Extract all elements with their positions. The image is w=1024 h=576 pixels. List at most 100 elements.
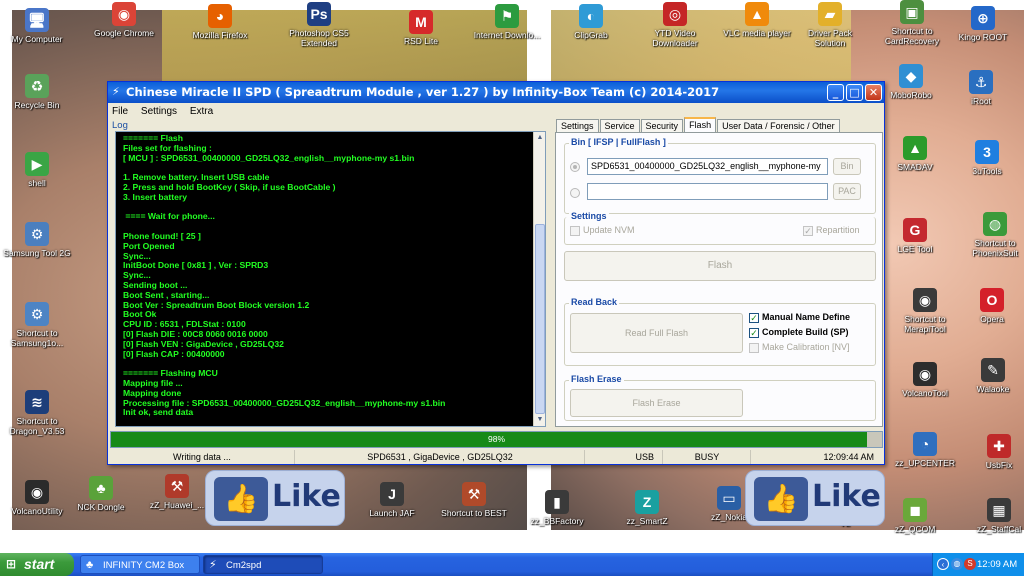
desktop-icon[interactable]: ◍ Shortcut to PhoenixSuit [958,212,1024,258]
shortcut-icon: ⚒ [462,482,486,506]
desktop-icon[interactable]: ▶ shell [0,152,74,188]
start-label: start [24,556,55,572]
tray-antivirus-icon[interactable]: S [964,558,976,570]
desktop-icon[interactable]: Zzz_SmartZ [610,490,684,526]
tray-arrow-icon[interactable]: ‹ [937,558,949,570]
taskbar-item-label: Cm2spd [226,560,262,571]
desktop-icon[interactable]: Ps Photoshop CS5 Extended [282,2,356,48]
tab-flash[interactable]: Flash [684,117,717,133]
desktop-icon[interactable]: ⚙ Samsung Tool 2G [0,222,74,258]
infinity-app-icon: ♣ [86,559,94,571]
log-line: [ MCU ] : SPD6531_00400000_GD25LQ32_engl… [123,152,415,163]
desktop-icon[interactable]: 🖥 My Computer [0,8,74,44]
scroll-up-icon[interactable]: ▲ [535,133,545,143]
desktop-icon[interactable]: ◐ ClipGrab [554,4,628,40]
desktop-icon[interactable]: J Launch JAF [355,482,429,518]
desktop-icon[interactable]: G LGE Tool [878,218,952,254]
title-bar[interactable]: ⚡ Chinese Miracle II SPD ( Spreadtrum Mo… [108,82,884,103]
make-calibration-checkbox[interactable] [749,343,759,353]
desktop-icon[interactable]: ◉ VolcanoUtility [0,480,74,516]
desktop-icon[interactable]: ⚒ zZ_Huawei_... [140,474,214,510]
tab-security[interactable]: Security [640,119,684,133]
desktop-icon[interactable]: ⚑ Internet Downlo... [470,4,544,40]
desktop-icon[interactable]: ⚓ iRoot [944,70,1018,106]
pac-radio[interactable] [570,188,580,198]
desktop-icon[interactable]: ◉ Shortcut to MerapiTool [888,288,962,334]
scroll-down-icon[interactable]: ▼ [535,415,545,425]
desktop-icon[interactable]: ✎ Walaoke [956,358,1024,394]
app-icon: ⚡ [112,85,120,98]
desktop-icon[interactable]: ▰ Driver Pack Solution [793,2,867,48]
close-button[interactable]: ✕ [865,84,882,101]
shortcut-icon: ♻ [25,74,49,98]
start-button[interactable]: ⊞ start [0,553,74,576]
windows-flag-icon: ⊞ [6,557,17,571]
menu-file[interactable]: File [112,106,128,117]
desktop-icon[interactable]: ▦ zZ_StaffCal [962,498,1024,534]
desktop-icon-label: Samsung Tool 2G [3,248,71,258]
pac-button[interactable]: PAC [833,183,861,200]
bin-path-field[interactable]: SPD6531_00400000_GD25LQ32_english__mypho… [587,158,828,175]
shortcut-icon: ⚙ [25,222,49,246]
desktop-icon[interactable]: ♣ NCK Dongle [64,476,138,512]
menu-extra[interactable]: Extra [190,106,213,117]
clock[interactable]: 12:09 AM [977,553,1017,576]
desktop-icon[interactable]: M RSD Lite [384,10,458,46]
status-chip: SPD6531 , GigaDevice , GD25LQ32 [296,450,585,464]
desktop-icon[interactable]: ◉ Google Chrome [87,2,161,38]
log-scrollbar[interactable]: ▲ ▼ [533,132,545,426]
repartition-checkbox[interactable]: ✓ [803,226,813,236]
flash-button[interactable]: Flash [564,251,876,281]
bin-radio[interactable] [570,162,580,172]
desktop-icon[interactable]: ⚒ Shortcut to BEST [437,482,511,518]
taskbar: ⊞ start ♣ INFINITY CM2 Box ⚡ Cm2spd ‹ ◍ … [0,553,1024,576]
scroll-thumb[interactable] [535,224,545,414]
complete-build-checkbox[interactable]: ✓ [749,328,759,338]
update-nvm-checkbox[interactable] [570,226,580,236]
tab-user-data[interactable]: User Data / Forensic / Other [717,119,840,133]
desktop-icon-label: Internet Downlo... [473,30,541,40]
desktop-icon[interactable]: ✚ UsbFix [962,434,1024,470]
desktop-icon[interactable]: ⊕ Kingo ROOT [946,6,1020,42]
desktop-icon[interactable]: ≋ Shortcut to Dragon_V3.53 [0,390,74,436]
flash-erase-group: Flash Erase Flash Erase [564,374,876,421]
taskbar-item-cm2spd[interactable]: ⚡ Cm2spd [203,555,323,574]
desktop-icon-label: Shortcut to MerapiTool [904,314,946,334]
desktop-icon[interactable]: ▮ zz_BBFactory [520,490,594,526]
flash-erase-button[interactable]: Flash Erase [570,389,743,417]
bin-button[interactable]: Bin [833,158,861,175]
tray-shield-icon[interactable]: ◍ [951,558,963,570]
desktop-icon[interactable]: ◔ zz_UPCENTER [888,432,962,468]
desktop-icon[interactable]: ◉ VolcanoTool [888,362,962,398]
desktop-icon[interactable]: ⚙ Shortcut to Samsung1o... [0,302,74,348]
taskbar-item-infinity[interactable]: ♣ INFINITY CM2 Box [80,555,200,574]
desktop-icon-label: VLC media player [723,28,791,38]
desktop-icon[interactable]: ◆ MoboRobo [874,64,948,100]
desktop-icon[interactable]: ◕ Mozilla Firefox [183,4,257,40]
thumbs-up-icon: 👍 [214,477,268,521]
desktop-icon[interactable]: ♻ Recycle Bin [0,74,74,110]
log-output[interactable]: ======= Flash Files set for flashing :[ M… [115,131,546,427]
desktop-icon-label: YTD Video Downloader [652,28,698,48]
desktop-icon[interactable]: ▣ Shortcut to CardRecovery [875,0,949,46]
desktop-icon[interactable]: ◎ YTD Video Downloader [638,2,712,48]
desktop-icon[interactable]: ◼ zZ_QCOM [878,498,952,534]
desktop-icon[interactable]: ▲ VLC media player [720,2,794,38]
maximize-button[interactable]: □ [846,84,863,101]
desktop-icon[interactable]: ▲ SMADAV [878,136,952,172]
shortcut-icon: ⊕ [971,6,995,30]
shortcut-icon: ◐ [579,4,603,28]
read-full-flash-button[interactable]: Read Full Flash [570,313,743,353]
desktop-icon[interactable]: O Opera [955,288,1024,324]
minimize-button[interactable]: _ [827,84,844,101]
flash-erase-group-title: Flash Erase [569,374,624,384]
manual-name-define-checkbox[interactable]: ✓ [749,313,759,323]
pac-path-field[interactable] [587,183,828,200]
desktop-icon[interactable]: 3 3uTools [950,140,1024,176]
tab-settings[interactable]: Settings [556,119,599,133]
shortcut-icon: ◉ [112,2,136,26]
tab-service[interactable]: Service [599,119,640,133]
bin-group: Bin [ IFSP | FullFlash ] SPD6531_0040000… [564,137,876,214]
menu-settings[interactable]: Settings [141,106,177,117]
desktop-icon-label: Photoshop CS5 Extended [289,28,349,48]
